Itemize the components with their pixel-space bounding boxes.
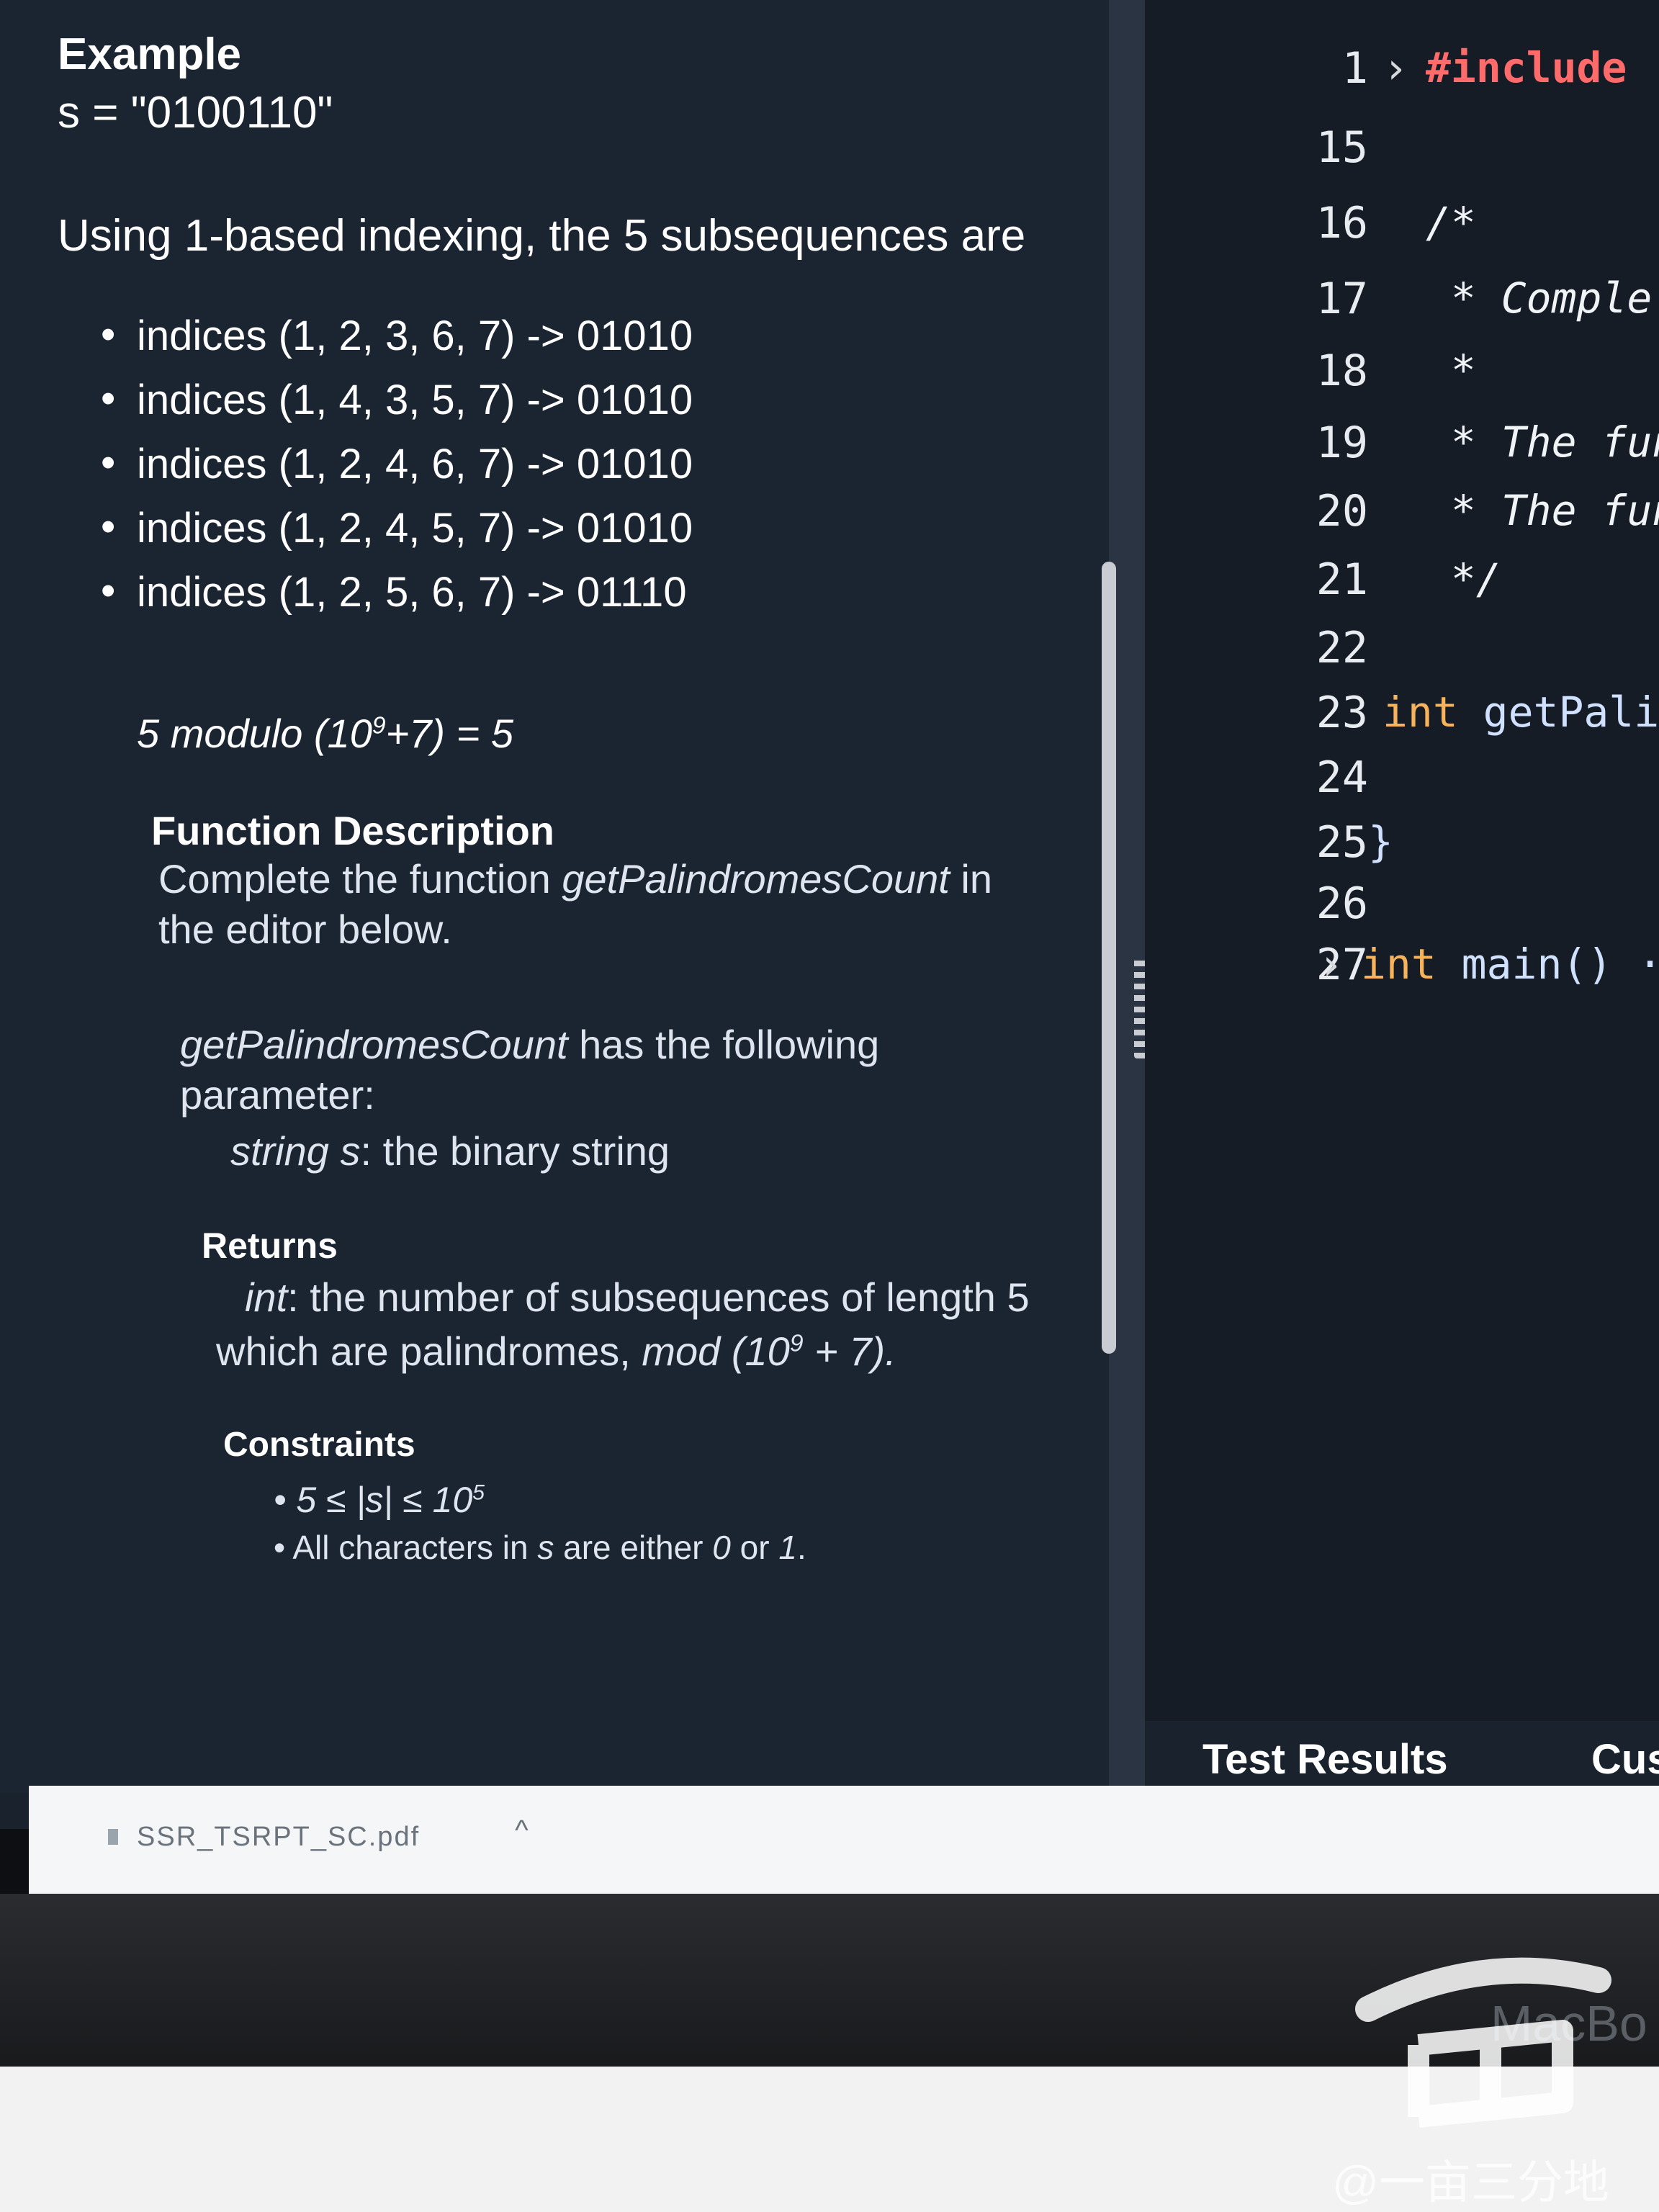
code-line[interactable]: 23 int getPali [1145,688,1659,752]
code-line[interactable]: 22 [1145,623,1659,688]
code-line[interactable]: 19 * The fun [1145,418,1659,482]
code-line[interactable]: 15 [1145,122,1659,187]
code-line[interactable]: 17 * Comple [1145,274,1659,338]
returns-line-1: int: the number of subsequences of lengt… [245,1274,1030,1320]
returns-line-2: which are palindromes, mod (109 + 7). [216,1328,896,1374]
problem-statement-pane: Example s = "0100110" Using 1-based inde… [0,0,1109,1793]
list-item: indices (1, 2, 3, 6, 7) -> 01010 [101,310,1066,360]
function-description-title: Function Description [151,808,554,853]
pdf-file-icon [108,1829,118,1845]
download-bar: SSR_TSRPT_SC.pdf ^ [29,1786,1659,1894]
code-line[interactable]: 21 */ [1145,554,1659,619]
list-item: indices (1, 2, 4, 5, 7) -> 01010 [101,503,1066,552]
list-item: indices (1, 2, 5, 6, 7) -> 01110 [101,567,1066,616]
explanation-text: Using 1-based indexing, the 5 subsequenc… [58,211,1026,261]
code-line[interactable]: 18 * [1145,346,1659,410]
parameters-intro: getPalindromesCount has the following pa… [180,1022,880,1118]
tab-custom-input[interactable]: Cus [1591,1735,1659,1784]
code-line[interactable]: 1 › #include [1145,43,1659,108]
list-item: indices (1, 4, 3, 5, 7) -> 01010 [101,374,1066,424]
example-heading: Example [58,30,242,79]
code-line[interactable]: 16 /* [1145,198,1659,263]
code-line[interactable]: 20 * The fun [1145,486,1659,551]
fold-chevron-icon[interactable]: › [1318,940,1344,990]
code-editor[interactable]: 1 › #include 15 16 /* 17 * Comple 18 * 1… [1145,0,1659,1721]
code-line[interactable]: 24 [1145,752,1659,817]
download-file-name[interactable]: SSR_TSRPT_SC.pdf [137,1822,420,1853]
function-description-text: Complete the function getPalindromesCoun… [158,856,993,952]
chevron-up-icon[interactable]: ^ [515,1815,529,1847]
watermark-logo-icon [1355,1957,1611,2128]
returns-title: Returns [202,1226,338,1266]
code-line[interactable]: 25 } [1145,817,1659,882]
fold-chevron-icon[interactable]: › [1382,43,1408,94]
example-input: s = "0100110" [58,88,333,138]
code-line[interactable]: 27 › int main() ··· [1145,940,1659,1004]
subsequence-list: indices (1, 2, 3, 6, 7) -> 01010 indices… [101,310,1066,616]
constraint-1: • 5 ≤ |s| ≤ 105 [274,1480,485,1520]
modulo-line: 5 modulo (109+7) = 5 [137,711,514,756]
screen: Example s = "0100110" Using 1-based inde… [0,0,1659,1829]
list-item: indices (1, 2, 4, 6, 7) -> 01010 [101,439,1066,488]
tab-test-results[interactable]: Test Results [1202,1735,1448,1784]
code-line[interactable]: 26 [1145,878,1659,943]
parameter-s: string s: the binary string [230,1128,670,1174]
watermark-text: @一亩三分地 [1332,2157,1609,2208]
constraints-title: Constraints [223,1426,415,1464]
scrollbar-thumb[interactable] [1102,562,1116,1354]
constraint-2: • All characters in s are either 0 or 1. [274,1529,806,1566]
